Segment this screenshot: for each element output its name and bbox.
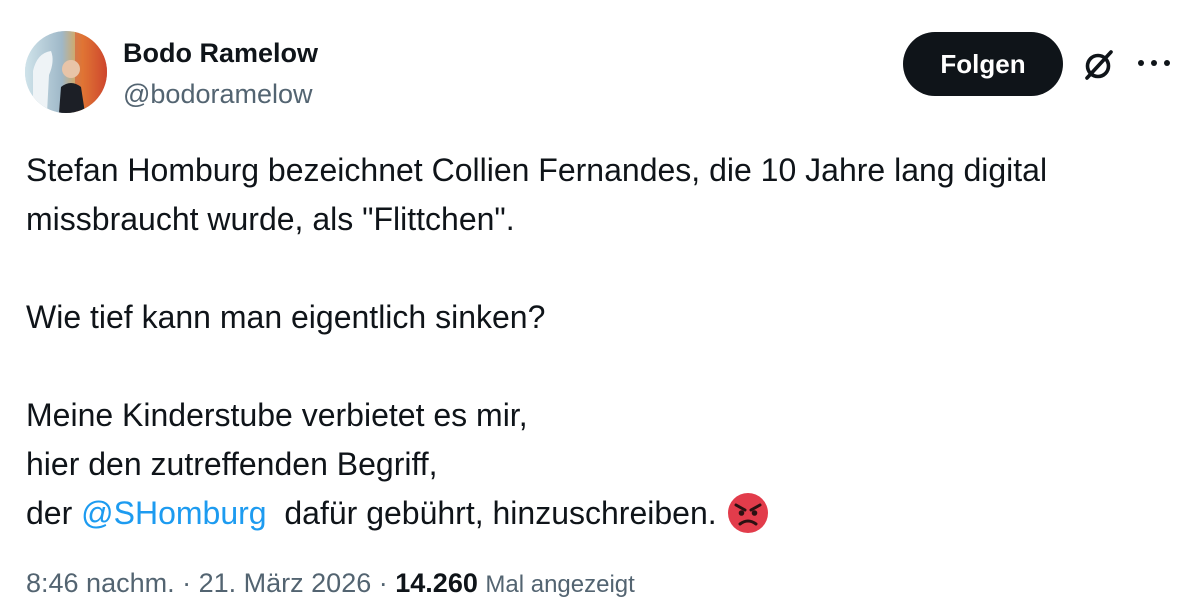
avatar-image [25,31,107,113]
tweet-line: hier den zutreffenden Begriff, [26,446,438,482]
grok-icon[interactable] [1081,47,1117,83]
tweet-text-segment: dafür gebührt, hinzuschreiben. [284,495,717,531]
dot-icon [1138,60,1144,66]
tweet-line: Wie tief kann man eigentlich sinken? [26,299,546,335]
avatar[interactable] [25,31,107,113]
tweet-line: der @SHomburg dafür gebührt, hinzuschrei… [26,489,1176,538]
separator: · [378,568,388,598]
tweet-line: missbraucht wurde, als "Flittchen". [26,201,515,237]
views-count: 14.260 [395,568,478,598]
tweet-line: Stefan Homburg bezeichnet Collien Fernan… [26,152,1048,188]
separator: · [182,568,192,598]
tweet-date[interactable]: 21. März 2026 [199,568,372,598]
mention-link[interactable]: @SHomburg [81,495,266,531]
author-handle[interactable]: @bodoramelow [123,77,313,111]
follow-button[interactable]: Folgen [903,32,1063,96]
dot-icon [1151,60,1157,66]
author-name[interactable]: Bodo Ramelow [123,36,318,70]
tweet-time[interactable]: 8:46 nachm. [26,568,175,598]
tweet-meta: 8:46 nachm. · 21. März 2026 · 14.260 Mal… [26,565,635,603]
dot-icon [1164,60,1170,66]
tweet-line: Meine Kinderstube verbietet es mir, [26,397,528,433]
tweet-text: Stefan Homburg bezeichnet Collien Fernan… [26,146,1176,538]
angry-face-emoji [727,492,769,534]
tweet-text-segment: der [26,495,73,531]
views-label: Mal angezeigt [485,571,635,598]
more-icon[interactable] [1138,52,1170,74]
